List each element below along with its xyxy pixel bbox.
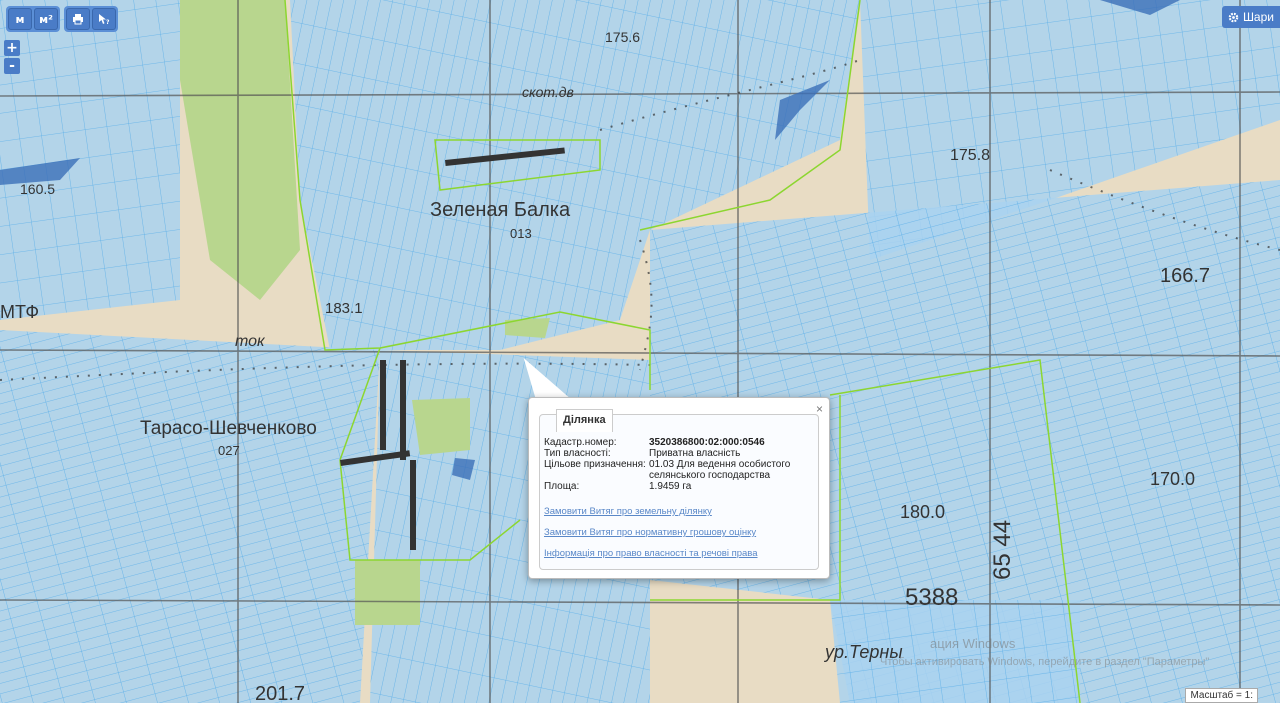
field-value: Приватна власність [649, 448, 741, 459]
ownership-info-link[interactable]: Інформація про право власності та речові… [544, 548, 814, 559]
windows-activation-watermark: ация Windows [930, 636, 1016, 651]
field-value: 3520386800:02:000:0546 [649, 437, 765, 448]
field-value: 1.9459 га [649, 481, 692, 492]
zoom-in-button[interactable]: + [4, 40, 20, 56]
elevation-180-0: 180.0 [900, 502, 945, 522]
field-label: Цільове призначення: [544, 459, 646, 470]
layers-button[interactable]: Шари [1221, 6, 1280, 28]
field-label: Кадастр.номер: [544, 437, 617, 448]
parcel-info: Кадастр.номер: 3520386800:02:000:0546 Ти… [544, 437, 814, 559]
elevation-183-1: 183.1 [325, 300, 363, 317]
field-label: Тип власності: [544, 448, 611, 459]
field-area: Площа: 1.9459 га [544, 481, 814, 492]
label-mtf: МТФ [0, 302, 39, 322]
order-valuation-extract-link[interactable]: Замовити Витяг про нормативну грошову оц… [544, 527, 814, 538]
tab-parcel[interactable]: Ділянка [556, 409, 613, 432]
elevation-175-6: 175.6 [605, 29, 640, 45]
layers-label: Шари [1242, 10, 1274, 24]
gear-icon [1228, 12, 1239, 22]
measure-line-icon: м [15, 12, 25, 26]
identify-button[interactable]: ? [92, 8, 116, 30]
windows-activation-hint: Чтобы активировать Windows, перейдите в … [880, 656, 1210, 668]
svg-text:?: ? [106, 19, 110, 25]
parcel-popup: × Ділянка Кадастр.номер: 3520386800:02:0… [528, 397, 830, 579]
print-button[interactable] [66, 8, 90, 30]
field-label: Площа: [544, 481, 580, 492]
label-skot: скот.дв [522, 84, 574, 100]
label-tok: ток [235, 333, 266, 350]
village-code-zelena-balka: 013 [510, 226, 532, 241]
measure-line-button[interactable]: м [8, 8, 32, 30]
elevation-166-7: 166.7 [1160, 265, 1210, 287]
zoom-control: + - [4, 40, 20, 74]
field-value: 01.03 Для ведення особистого селянського… [649, 459, 791, 481]
village-label-taras: Тарасо-Шевченково [140, 418, 317, 439]
order-parcel-extract-link[interactable]: Замовити Витяг про земельну ділянку [544, 506, 814, 517]
measure-area-button[interactable]: м² [34, 8, 58, 30]
pointer-help-icon: ? [99, 14, 110, 25]
elevation-201-7: 201.7 [255, 683, 305, 703]
measure-area-icon: м² [39, 12, 53, 26]
field-purpose: Цільове призначення: 01.03 Для ведення о… [544, 459, 814, 481]
zoom-out-button[interactable]: - [4, 58, 20, 74]
print-identify-toolbar: ? [64, 6, 118, 32]
cadastral-map[interactable]: Зеленая Балка 013 Тарасо-Шевченково 027 … [0, 0, 1280, 703]
scale-indicator: Масштаб = 1: [1185, 688, 1258, 703]
field-cadastral-number: Кадастр.номер: 3520386800:02:000:0546 [544, 437, 814, 448]
printer-icon [73, 14, 83, 25]
elevation-175-8: 175.8 [950, 147, 990, 164]
field-ownership-type: Тип власності: Приватна власність [544, 448, 814, 459]
grid-number-5388: 5388 [905, 584, 958, 611]
elevation-160-5: 160.5 [20, 181, 55, 197]
village-label-zelena-balka: Зеленая Балка [430, 199, 571, 221]
popup-content-panel: Ділянка Кадастр.номер: 3520386800:02:000… [539, 409, 819, 570]
grid-number-6544: 65 44 [989, 520, 1016, 580]
measure-toolbar: м м² [6, 6, 60, 32]
elevation-170-0: 170.0 [1150, 469, 1195, 489]
village-code-taras: 027 [218, 443, 240, 458]
